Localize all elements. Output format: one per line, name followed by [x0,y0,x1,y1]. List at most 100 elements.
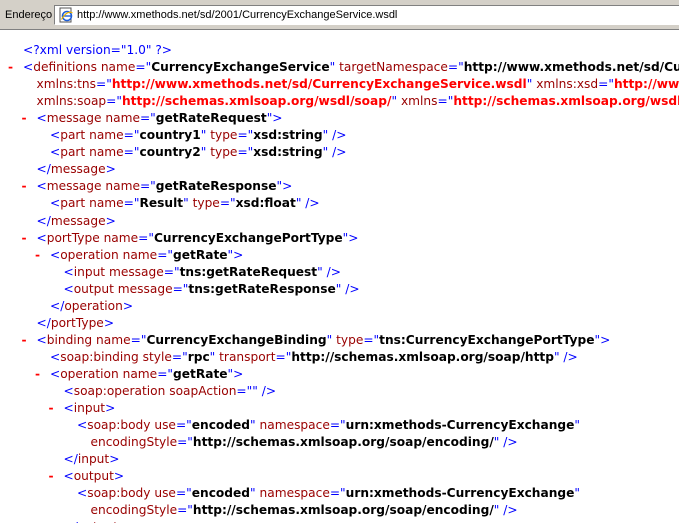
xml-token: " [250,418,260,433]
xml-token: =" [172,281,189,296]
xml-token: < [50,366,61,381]
xml-token: xmlns:xsd [536,77,599,92]
xml-token: "> [342,230,359,245]
xml-line-text: encodingStyle="http://schemas.xmlsoap.or… [91,502,518,519]
xml-token: name [122,247,158,262]
xml-token: soapAction [169,384,237,398]
xml-line: - <binding name="CurrencyExchangeBinding"… [0,332,679,349]
xml-token: targetNamespace [339,60,448,75]
xml-token: namespace [259,486,330,501]
xml-line: xmlns:tns="http://www.xmethods.net/sd/Cu… [0,76,679,93]
xml-line-text: </output> [64,519,129,523]
xml-line: </message> [0,213,679,230]
xml-token: "> [227,366,244,381]
xml-token: </ [36,162,51,177]
xml-token: " [209,349,220,364]
xml-token: portType [46,230,104,245]
xml-token: name [105,111,140,126]
xml-token: =" [275,349,292,364]
xml-line: </operation> [0,298,679,315]
xml-token: encodingStyle [90,503,178,518]
collapse-toggle[interactable]: - [8,59,13,76]
xml-token: < [36,111,47,126]
xml-line: <soap:operation soapAction="" /> [0,383,679,400]
xml-line-text: <soap:binding style="rpc" transport="htt… [50,349,578,366]
xml-token: getRate [173,247,228,262]
xml-token: < [50,349,61,364]
xml-token: operation [60,247,123,262]
xml-token: < [77,486,88,501]
address-url[interactable]: http://www.xmethods.net/sd/2001/Currency… [77,9,397,21]
xml-line: <?xml version="1.0" ?> [0,42,679,59]
xml-token: " [526,77,537,92]
xml-token: =" [437,94,454,109]
collapse-toggle[interactable]: - [35,247,40,264]
xml-line-text: <portType name="CurrencyExchangePortType… [37,230,359,247]
xml-token: name [89,145,124,160]
xml-line-text: xmlns:tns="http://www.xmethods.net/sd/Cu… [37,76,679,93]
xml-token: use [154,486,176,501]
xml-token: " [329,60,340,75]
xml-token: input [73,264,109,279]
xml-line: - <output> [0,468,679,485]
xml-token: part [60,196,90,211]
xml-token: > [103,315,115,330]
xml-token: > [105,213,116,228]
xml-token: < [77,418,88,433]
xml-line: <part name="Result" type="xsd:float" /> [0,195,679,212]
xml-token: part [60,145,90,160]
xml-token: rpc [187,349,210,364]
address-bar: Endereço http://www.xmethods.net/sd/2001… [0,0,679,30]
xml-token: < [36,332,47,347]
xml-line-text: <output message="tns:getRateResponse" /> [64,281,360,298]
xml-token: message [50,162,106,177]
xml-token: xmlns [400,94,438,109]
xml-token: type [210,145,238,160]
xml-token: =" [123,196,140,211]
xml-token: " [250,486,260,501]
xml-token: =" [135,60,152,75]
collapse-toggle[interactable]: - [49,468,54,485]
xml-line-text: <soap:operation soapAction="" /> [64,383,277,400]
collapse-toggle[interactable]: - [22,110,27,127]
xml-token: output [73,281,118,296]
xml-token: " [574,418,580,433]
xml-token: message [46,111,106,126]
xml-line-text: </message> [37,161,116,178]
xml-token: name [105,179,140,194]
xml-token: =" [139,179,156,194]
xml-line-text: </message> [37,213,116,230]
xml-token: < [23,60,34,75]
xml-token: =" [175,486,192,501]
xml-line: <part name="country2" type="xsd:string" … [0,144,679,161]
xml-token: xmlns:soap [36,94,107,109]
xml-token: type [210,128,238,143]
collapse-toggle[interactable]: - [22,230,27,247]
xml-document-view: <?xml version="1.0" ?> - <definitions name… [0,30,679,523]
xml-token: " /> [335,281,360,296]
collapse-toggle[interactable]: - [35,366,40,383]
xml-token: message [117,281,173,296]
collapse-toggle[interactable]: - [49,400,54,417]
xml-token: " [391,94,401,109]
xml-token: <?xml version="1.0" ?> [23,43,173,57]
xml-token: definitions [33,60,101,75]
xml-token: name [89,196,124,211]
xml-line: <part name="country1" type="xsd:string" … [0,127,679,144]
xml-token: CurrencyExchangePortType [153,230,343,245]
xml-line-text: <message name="getRateResponse"> [37,178,293,195]
xml-token: < [36,179,47,194]
xml-token: < [63,264,74,279]
xml-token: message [108,264,164,279]
xml-line-text: <definitions name="CurrencyExchangeServi… [23,59,679,76]
xml-line: <output message="tns:getRateResponse" /> [0,281,679,298]
xml-line: </input> [0,451,679,468]
xml-token: < [50,247,61,262]
xml-token: </ [50,298,65,313]
xml-token: soap:body [87,418,155,433]
collapse-toggle[interactable]: - [22,332,27,349]
address-field[interactable]: http://www.xmethods.net/sd/2001/Currency… [54,5,679,25]
xml-token: xsd:string [253,128,323,143]
xml-token: use [154,418,176,433]
collapse-toggle[interactable]: - [22,178,27,195]
